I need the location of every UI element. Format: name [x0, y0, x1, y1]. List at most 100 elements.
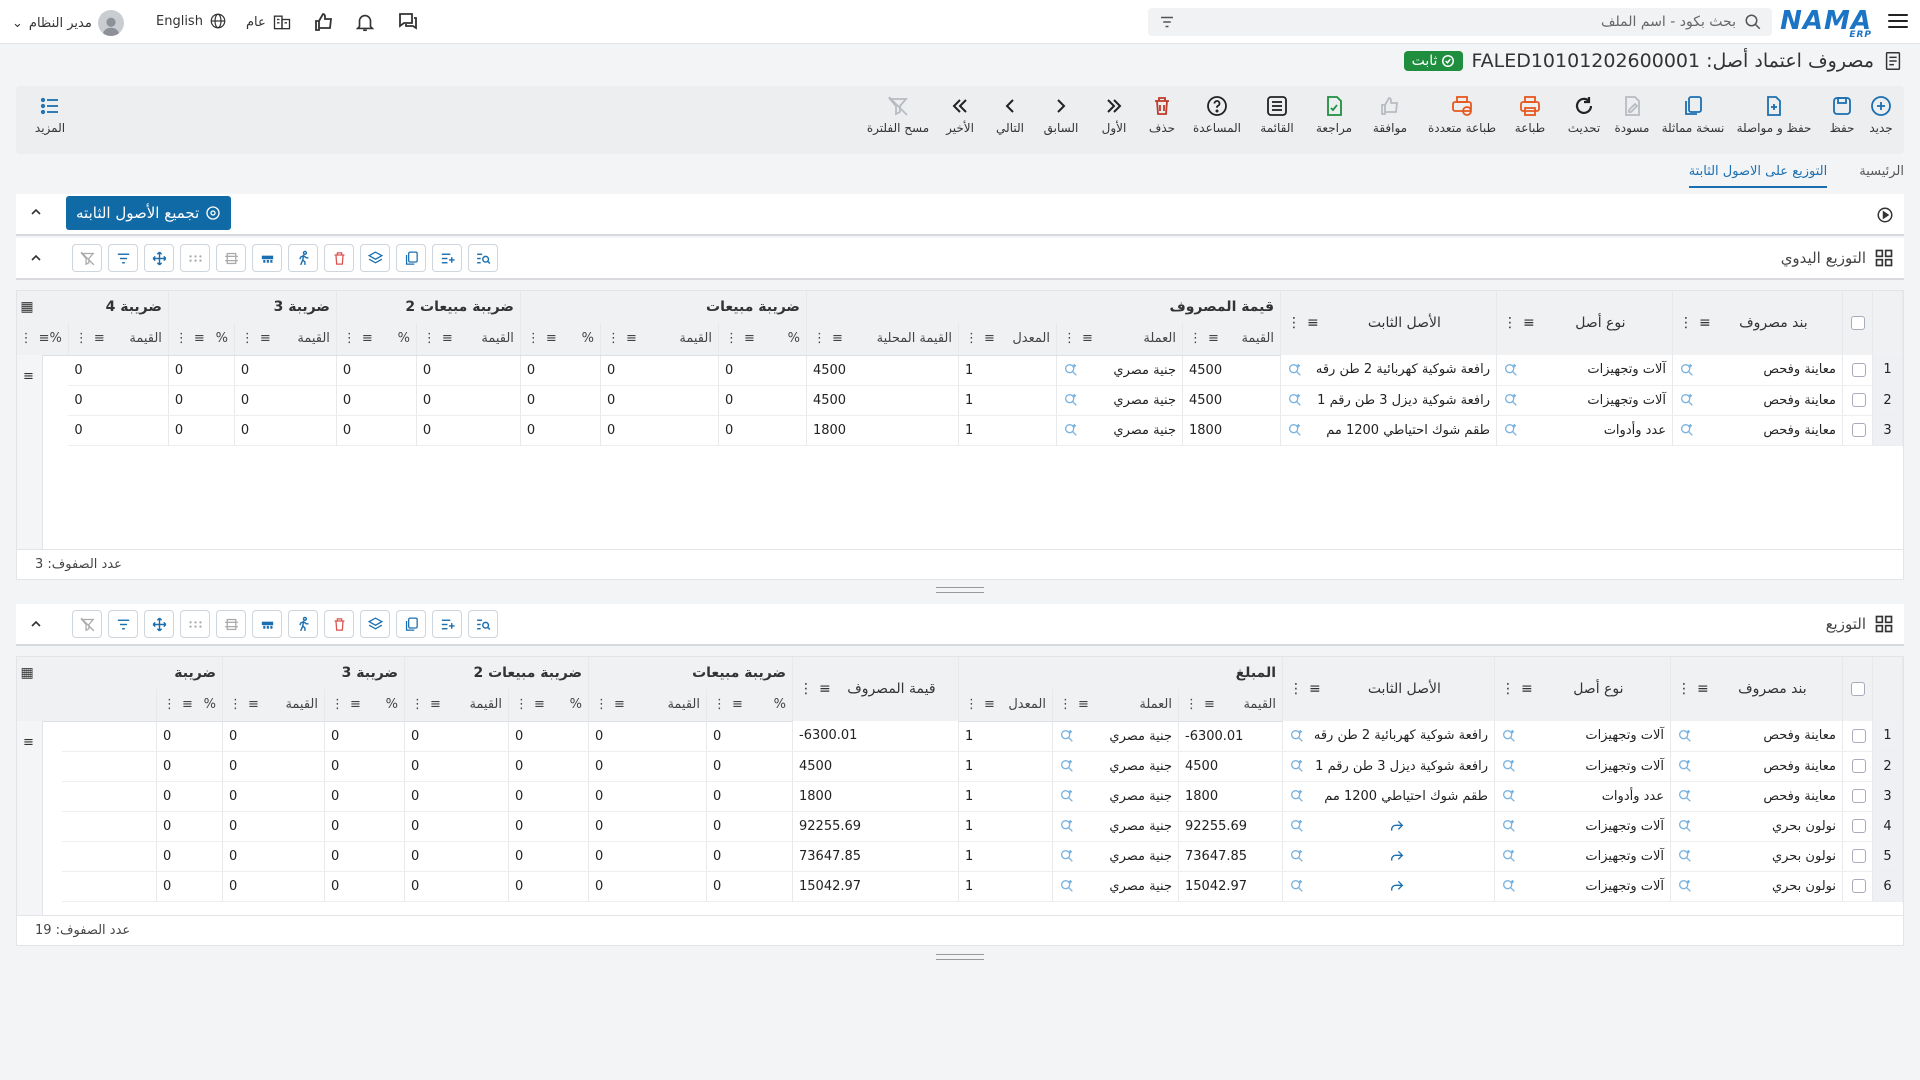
header-fixed-asset[interactable]: الأصل الثابت ⋮ ≡ — [1280, 291, 1497, 355]
lookup-icon[interactable] — [1289, 848, 1305, 864]
cell-fixed-asset[interactable] — [1282, 841, 1495, 872]
cell-expense-value[interactable]: 1800 — [792, 781, 959, 812]
multi-print-button[interactable]: طباعة متعددة — [1424, 94, 1500, 135]
header-rate[interactable]: المعدل ⋮ ≡ — [958, 689, 1053, 722]
lookup-icon[interactable] — [1677, 728, 1693, 744]
header-currency[interactable]: العملة ⋮ ≡ — [1052, 689, 1179, 722]
cell-value[interactable]: 0 — [404, 721, 509, 752]
search-input[interactable] — [1184, 14, 1736, 30]
cell-percent[interactable]: 0 — [706, 751, 793, 782]
lookup-icon[interactable] — [1287, 422, 1303, 438]
table-row[interactable]: 2 معاينة وفحص آلات وتجهيزات رافعة شوكية ديز… — [17, 751, 1903, 782]
layers-icon[interactable] — [360, 610, 390, 638]
cell-value[interactable]: 0 — [234, 415, 337, 446]
delete-row-icon[interactable] — [324, 244, 354, 272]
cell-percent[interactable]: 0 — [168, 355, 235, 386]
cell-percent[interactable]: 0 — [508, 781, 589, 812]
review-button[interactable]: مراجعة — [1308, 94, 1360, 135]
cell-percent[interactable]: 0 — [168, 415, 235, 446]
lookup-icon[interactable] — [1063, 362, 1079, 378]
cell-expense-item[interactable]: معاينة وفحص — [1670, 751, 1843, 782]
cell-value[interactable]: 0 — [234, 385, 337, 416]
save-continue-button[interactable]: حفظ و مواصلة — [1732, 94, 1816, 135]
cell-value[interactable]: 0 — [68, 355, 169, 386]
cell-expense-item[interactable]: معاينة وفحص — [1670, 781, 1843, 812]
cell-value[interactable]: 0 — [588, 871, 707, 902]
header-percent[interactable]: % ⋮ ≡ — [508, 689, 589, 722]
header-expense-item[interactable]: بند مصروف ⋮ ≡ — [1670, 657, 1843, 721]
table-row[interactable]: 3 معاينة وفحص عدد وأدوات طقم شوك احتياطي 12… — [17, 415, 1903, 446]
header-percent[interactable]: % ⋮ ≡ — [520, 323, 601, 356]
share-icon[interactable] — [1389, 818, 1405, 834]
save-button[interactable]: حفظ — [1822, 94, 1862, 135]
table-layout-icon[interactable] — [252, 244, 282, 272]
delete-button[interactable]: حذف — [1142, 94, 1182, 135]
cell-expense-value[interactable]: 4500 — [792, 751, 959, 782]
cell-percent[interactable]: 0 — [336, 415, 417, 446]
cell-value[interactable]: 0 — [600, 385, 719, 416]
resize-handle[interactable] — [936, 954, 984, 960]
cell-value[interactable]: 1800 — [1182, 415, 1281, 446]
lookup-icon[interactable] — [1289, 878, 1305, 894]
row-checkbox[interactable] — [1842, 811, 1873, 842]
cell-currency[interactable]: جنية مصري — [1052, 781, 1179, 812]
search-box[interactable] — [1148, 8, 1772, 36]
header-expense-value[interactable]: قيمة المصروف ⋮ ≡ — [792, 657, 959, 721]
duplicate-icon[interactable] — [396, 244, 426, 272]
lookup-icon[interactable] — [1059, 818, 1075, 834]
lookup-icon[interactable] — [1287, 362, 1303, 378]
header-asset-type[interactable]: نوع أصل ⋮ ≡ — [1494, 657, 1671, 721]
lookup-icon[interactable] — [1677, 848, 1693, 864]
move-icon[interactable] — [144, 244, 174, 272]
cell-percent[interactable]: 0 — [706, 841, 793, 872]
row-checkbox[interactable] — [1842, 385, 1873, 416]
cell-expense-item[interactable]: نولون بحري — [1670, 841, 1843, 872]
cell-asset-type[interactable]: آلات وتجهيزات — [1494, 721, 1671, 752]
dots-grid-icon[interactable] — [180, 244, 210, 272]
help-button[interactable]: المساعدة — [1186, 94, 1248, 135]
share-icon[interactable] — [1389, 848, 1405, 864]
clear-filter-button[interactable]: مسح الفلترة — [866, 94, 930, 135]
cell-value[interactable]: 0 — [404, 871, 509, 902]
cell-asset-type[interactable]: آلات وتجهيزات — [1494, 811, 1671, 842]
cell-percent[interactable]: 0 — [706, 721, 793, 752]
lookup-icon[interactable] — [1289, 818, 1305, 834]
lookup-icon[interactable] — [1289, 758, 1305, 774]
chat-icon[interactable] — [396, 10, 420, 34]
lookup-icon[interactable] — [1059, 878, 1075, 894]
select-all-checkbox[interactable] — [1842, 657, 1873, 721]
header-percent[interactable]: % ⋮ ≡ — [168, 323, 235, 356]
cell-percent[interactable]: 0 — [706, 811, 793, 842]
cell-rate[interactable]: 1 — [958, 415, 1057, 446]
table-row[interactable]: 4 نولون بحري آلات وتجهيزات 92255.69 جنية مصر… — [17, 811, 1903, 842]
cell-fixed-asset[interactable]: رافعة شوكية ديزل 3 طن رقم 1 — [1280, 385, 1497, 416]
search-list-icon[interactable] — [468, 244, 498, 272]
lookup-icon[interactable] — [1501, 818, 1517, 834]
frame-icon[interactable] — [216, 610, 246, 638]
cell-percent[interactable]: 0 — [508, 721, 589, 752]
header-percent[interactable]: % ⋮ ≡ — [336, 323, 417, 356]
header-value[interactable]: القيمة ⋮ ≡ — [600, 323, 719, 356]
clear-filter-icon[interactable] — [72, 244, 102, 272]
table-row[interactable]: 1 معاينة وفحص آلات وتجهيزات رافعة شوكية كهر… — [17, 355, 1903, 386]
cell-value[interactable]: 0 — [588, 721, 707, 752]
cell-currency[interactable]: جنية مصري — [1052, 871, 1179, 902]
frame-icon[interactable] — [216, 244, 246, 272]
cell-asset-type[interactable]: آلات وتجهيزات — [1496, 355, 1673, 386]
cell-expense-item[interactable]: معاينة وفحص — [1670, 721, 1843, 752]
hamburger-menu-icon[interactable] — [1886, 8, 1910, 34]
cell-rate[interactable]: 1 — [958, 871, 1053, 902]
chevron-up-icon[interactable] — [28, 204, 44, 224]
cell-expense-item[interactable]: معاينة وفحص — [1672, 355, 1843, 386]
chevron-up-icon[interactable] — [28, 250, 44, 270]
cell-expense-value[interactable]: 92255.69 — [792, 811, 959, 842]
tab-fixed-asset-distribution[interactable]: التوزيع على الاصول الثابتة — [1688, 160, 1828, 188]
tab-main[interactable]: الرئيسية — [1859, 160, 1904, 188]
approve-button[interactable]: موافقة — [1362, 94, 1418, 135]
lookup-icon[interactable] — [1501, 848, 1517, 864]
cell-currency[interactable]: جنية مصري — [1052, 811, 1179, 842]
cell-value[interactable]: 0 — [416, 355, 521, 386]
last-button[interactable]: الأخير — [938, 94, 982, 135]
lookup-icon[interactable] — [1059, 728, 1075, 744]
cell-percent[interactable]: 0 — [718, 355, 807, 386]
